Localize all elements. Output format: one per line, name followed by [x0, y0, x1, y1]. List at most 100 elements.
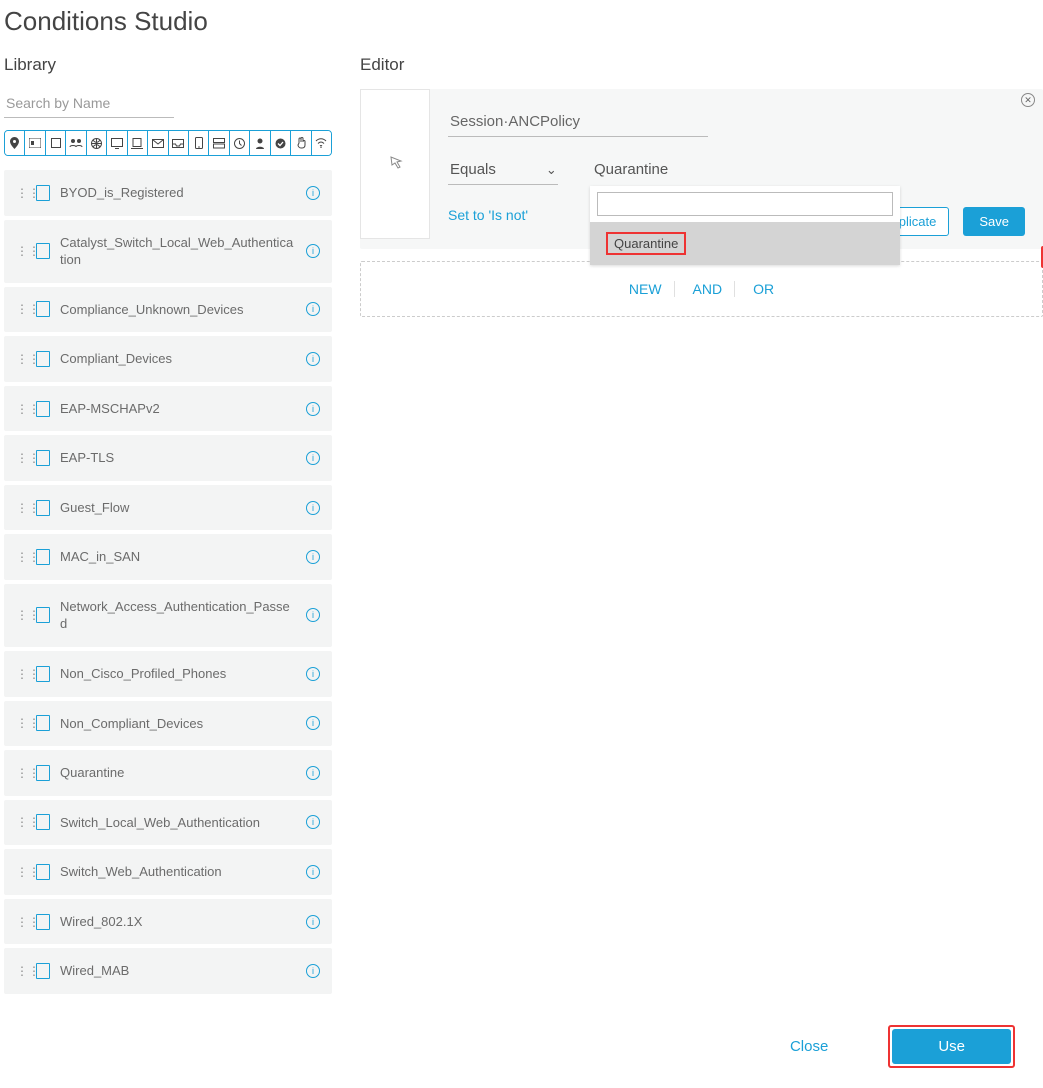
condition-drop-zone[interactable] [360, 89, 430, 239]
drag-handle-icon[interactable]: ⋮⋮ [16, 965, 26, 977]
document-icon [36, 185, 50, 201]
document-icon [36, 243, 50, 259]
dropdown-option[interactable]: Quarantine [590, 222, 900, 265]
location-icon[interactable] [5, 131, 25, 155]
info-icon[interactable]: i [306, 402, 320, 416]
drag-handle-icon[interactable]: ⋮⋮ [16, 245, 26, 257]
library-item[interactable]: ⋮⋮ EAP-MSCHAPv2 i [4, 386, 332, 432]
monitor-icon[interactable] [107, 131, 127, 155]
drag-handle-icon[interactable]: ⋮⋮ [16, 609, 26, 621]
document-icon [36, 814, 50, 830]
info-icon[interactable]: i [306, 244, 320, 258]
info-icon[interactable]: i [306, 550, 320, 564]
library-item[interactable]: ⋮⋮MAC_in_SANi [4, 534, 332, 580]
info-icon[interactable]: i [306, 608, 320, 622]
drag-handle-icon[interactable]: ⋮⋮ [16, 452, 26, 464]
library-item[interactable]: ⋮⋮ Compliant_Devices i [4, 336, 332, 382]
info-icon[interactable]: i [306, 186, 320, 200]
library-item-name: Guest_Flow [60, 499, 296, 517]
drag-handle-icon[interactable]: ⋮⋮ [16, 187, 26, 199]
server-icon[interactable] [209, 131, 229, 155]
set-is-not-link[interactable]: Set to 'Is not' [448, 207, 528, 223]
library-item-name: Non_Cisco_Profiled_Phones [60, 665, 296, 683]
library-item-name: EAP-MSCHAPv2 [60, 400, 296, 418]
square-icon[interactable] [46, 131, 66, 155]
document-icon [36, 607, 50, 623]
library-item-name: BYOD_is_Registered [60, 184, 296, 202]
logic-new[interactable]: NEW [617, 281, 675, 297]
globe-icon[interactable] [87, 131, 107, 155]
library-item[interactable]: ⋮⋮ Switch_Web_Authentication i [4, 849, 332, 895]
document-icon [36, 765, 50, 781]
drag-handle-icon[interactable]: ⋮⋮ [16, 502, 26, 514]
library-item[interactable]: ⋮⋮ BYOD_is_Registered i [4, 170, 332, 216]
library-item[interactable]: ⋮⋮Quarantinei [4, 750, 332, 796]
library-item[interactable]: ⋮⋮ Network_Access_Authentication_Passed i [4, 584, 332, 647]
save-button[interactable]: Save [963, 207, 1025, 236]
info-icon[interactable]: i [306, 964, 320, 978]
drag-handle-icon[interactable]: ⋮⋮ [16, 866, 26, 878]
drag-handle-icon[interactable]: ⋮⋮ [16, 916, 26, 928]
library-item-name: Wired_802.1X [60, 913, 296, 931]
group-icon[interactable] [66, 131, 86, 155]
library-item[interactable]: ⋮⋮Catalyst_Switch_Local_Web_Authenticati… [4, 220, 332, 283]
search-input[interactable] [4, 89, 174, 118]
device-icon[interactable] [128, 131, 148, 155]
library-item-name: Wired_MAB [60, 962, 296, 980]
chevron-down-icon: ⌄ [546, 162, 557, 178]
drag-handle-icon[interactable]: ⋮⋮ [16, 551, 26, 563]
document-icon [36, 301, 50, 317]
inbox-icon[interactable] [169, 131, 189, 155]
dropdown-option-label: Quarantine [606, 232, 686, 255]
document-icon [36, 715, 50, 731]
library-item[interactable]: ⋮⋮EAP-TLSi [4, 435, 332, 481]
drag-handle-icon[interactable]: ⋮⋮ [16, 717, 26, 729]
library-item[interactable]: ⋮⋮ Non_Cisco_Profiled_Phones i [4, 651, 332, 697]
library-item[interactable]: ⋮⋮ Compliance_Unknown_Devices i [4, 287, 332, 333]
drag-handle-icon[interactable]: ⋮⋮ [16, 303, 26, 315]
info-icon[interactable]: i [306, 667, 320, 681]
filter-icon-row [4, 130, 332, 156]
library-item[interactable]: ⋮⋮Non_Compliant_Devicesi [4, 701, 332, 747]
use-button[interactable]: Use [892, 1029, 1011, 1064]
drag-handle-icon[interactable]: ⋮⋮ [16, 403, 26, 415]
badge-icon[interactable] [25, 131, 45, 155]
info-icon[interactable]: i [306, 815, 320, 829]
logic-and[interactable]: AND [681, 281, 736, 297]
shield-icon[interactable] [271, 131, 291, 155]
clock-icon[interactable] [230, 131, 250, 155]
info-icon[interactable]: i [306, 766, 320, 780]
info-icon[interactable]: i [306, 451, 320, 465]
info-icon[interactable]: i [306, 915, 320, 929]
person-icon[interactable] [250, 131, 270, 155]
logic-or[interactable]: OR [741, 281, 786, 297]
dropdown-search-input[interactable] [597, 192, 893, 216]
info-icon[interactable]: i [306, 352, 320, 366]
library-item[interactable]: ⋮⋮ Guest_Flow i [4, 485, 332, 531]
operator-select[interactable]: Equals ⌄ [448, 155, 558, 185]
hand-icon[interactable] [291, 131, 311, 155]
drag-handle-icon[interactable]: ⋮⋮ [16, 767, 26, 779]
library-item-name: Network_Access_Authentication_Passed [60, 598, 296, 633]
library-item[interactable]: ⋮⋮Switch_Local_Web_Authenticationi [4, 800, 332, 846]
library-item[interactable]: ⋮⋮ Wired_802.1X i [4, 899, 332, 945]
info-icon[interactable]: i [306, 302, 320, 316]
library-item-name: Compliant_Devices [60, 350, 296, 368]
wifi-icon[interactable] [312, 131, 331, 155]
library-item[interactable]: ⋮⋮ Wired_MAB i [4, 948, 332, 994]
mail-icon[interactable] [148, 131, 168, 155]
attribute-field[interactable]: Session·ANCPolicy [448, 107, 708, 137]
library-item-name: Compliance_Unknown_Devices [60, 301, 296, 319]
info-icon[interactable]: i [306, 865, 320, 879]
drag-handle-icon[interactable]: ⋮⋮ [16, 668, 26, 680]
library-item-name: Switch_Web_Authentication [60, 863, 296, 881]
info-icon[interactable]: i [306, 501, 320, 515]
document-icon [36, 963, 50, 979]
phone-icon[interactable] [189, 131, 209, 155]
drag-handle-icon[interactable]: ⋮⋮ [16, 353, 26, 365]
document-icon [36, 450, 50, 466]
close-icon[interactable]: ✕ [1021, 93, 1035, 107]
close-button[interactable]: Close [790, 1038, 828, 1055]
drag-handle-icon[interactable]: ⋮⋮ [16, 816, 26, 828]
info-icon[interactable]: i [306, 716, 320, 730]
